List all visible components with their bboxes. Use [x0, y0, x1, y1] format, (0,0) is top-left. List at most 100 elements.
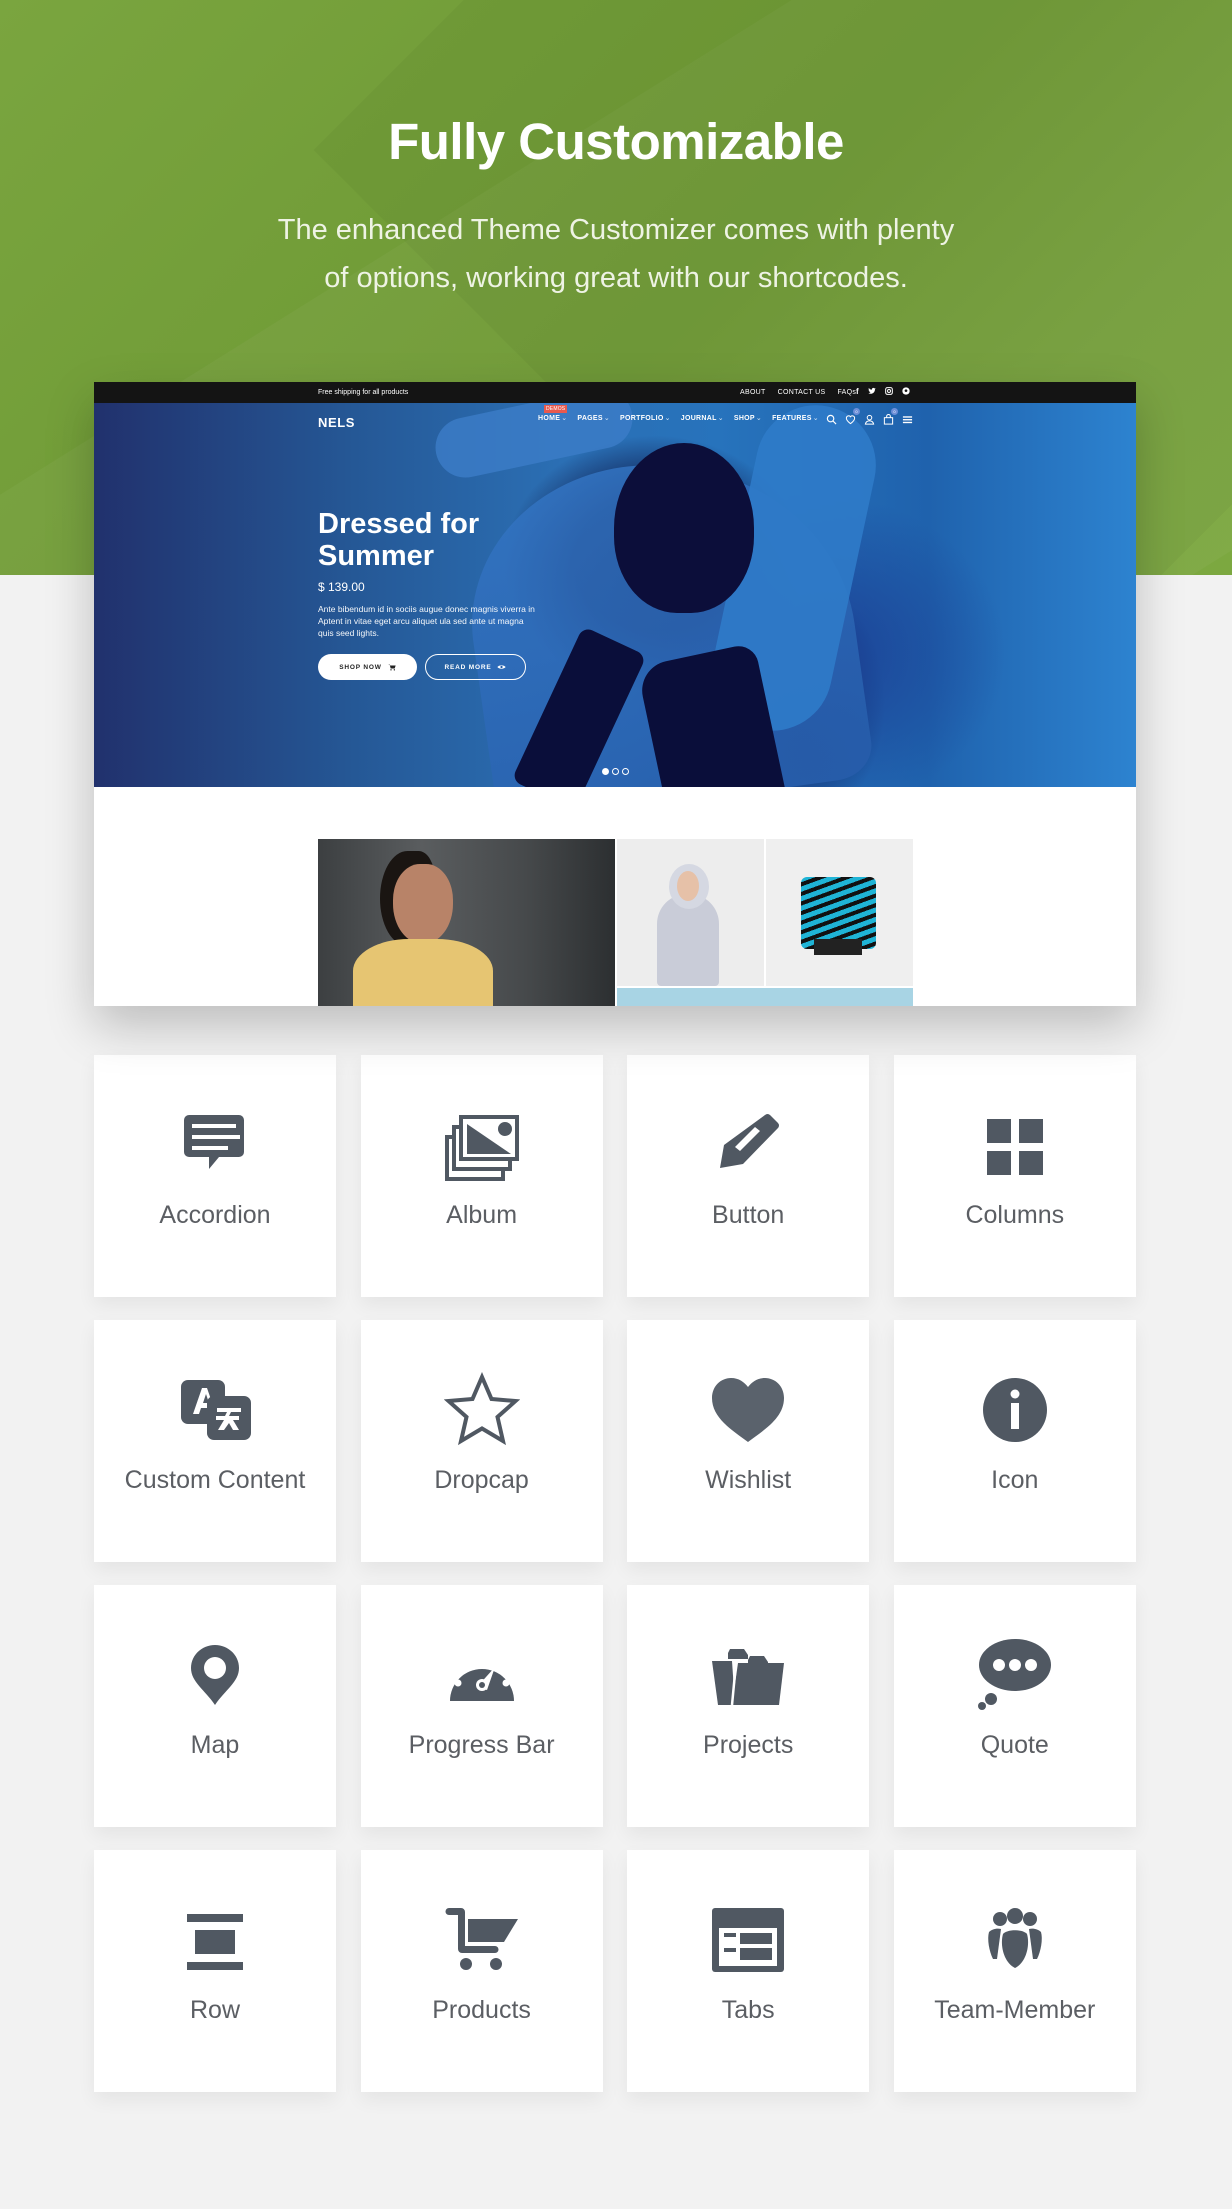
- info-circle-icon: [977, 1372, 1053, 1448]
- shortcode-label: Tabs: [721, 1996, 775, 2024]
- shortcode-card-products[interactable]: Products: [360, 1850, 603, 2092]
- nav-item-pages[interactable]: PAGES⌄: [577, 414, 610, 422]
- shopping-cart-icon: [444, 1902, 520, 1978]
- team-group-icon: [977, 1902, 1053, 1978]
- image-shape: [393, 864, 453, 944]
- account-icon[interactable]: [864, 412, 875, 425]
- hero-image-shape: [614, 443, 754, 613]
- shortcode-label: Products: [432, 1996, 531, 2024]
- translate-icon: [177, 1372, 253, 1448]
- shortcode-label: Custom Content: [124, 1466, 306, 1494]
- gallery-image-striped-sweater[interactable]: [766, 839, 913, 986]
- shortcode-card-accordion[interactable]: Accordion: [94, 1055, 336, 1297]
- hero-content: Dressed for Summer $ 139.00 Ante bibendu…: [318, 508, 538, 680]
- speedometer-icon: [444, 1637, 520, 1713]
- shortcode-label: Quote: [980, 1731, 1049, 1759]
- shortcode-card-quote[interactable]: Quote: [893, 1585, 1136, 1827]
- wishlist-count-badge: 0: [853, 408, 860, 415]
- wishlist-icon[interactable]: 0: [845, 408, 860, 425]
- hero-title: Dressed for Summer: [318, 508, 480, 572]
- shortcodes-grid: Accordion Album Button Columns Custom Co…: [94, 1055, 1136, 2092]
- shipping-notice: Free shipping for all products: [318, 389, 409, 396]
- shortcode-label: Wishlist: [705, 1466, 792, 1494]
- shortcode-card-row[interactable]: Row: [94, 1850, 336, 2092]
- gallery-image-light-blue[interactable]: [617, 988, 913, 1006]
- social-links: f: [856, 387, 910, 397]
- shortcode-card-columns[interactable]: Columns: [893, 1055, 1136, 1297]
- instagram-icon[interactable]: [884, 387, 893, 397]
- shortcode-card-button[interactable]: Button: [627, 1055, 870, 1297]
- shortcode-card-tabs[interactable]: Tabs: [627, 1850, 870, 2092]
- page-title: Fully Customizable: [388, 113, 844, 170]
- shortcode-card-team-member[interactable]: Team-Member: [893, 1850, 1136, 2092]
- main-nav: DEMOS HOME⌄ PAGES⌄ PORTFOLIO⌄ JOURNAL⌄ S…: [538, 405, 819, 422]
- menu-icon[interactable]: [902, 412, 913, 424]
- slider-dot-1[interactable]: [602, 768, 609, 775]
- shortcode-label: Projects: [703, 1731, 794, 1759]
- tabs-window-icon: [710, 1902, 786, 1978]
- site-logo[interactable]: NELS: [318, 415, 355, 430]
- cart-count-badge: 0: [891, 408, 898, 415]
- shortcode-card-custom-content[interactable]: Custom Content: [94, 1320, 336, 1562]
- star-outline-icon: [443, 1372, 520, 1448]
- hero-description: Ante bibendum id in sociis augue donec m…: [318, 604, 535, 638]
- top-bar: Free shipping for all products ABOUT CON…: [94, 382, 1136, 403]
- shortcode-label: Album: [446, 1201, 518, 1229]
- shortcode-label: Icon: [991, 1466, 1039, 1494]
- shortcode-label: Progress Bar: [408, 1731, 555, 1759]
- shortcode-label: Dropcap: [434, 1466, 529, 1494]
- shortcode-label: Map: [190, 1731, 240, 1759]
- shortcode-label: Accordion: [159, 1201, 271, 1229]
- shortcode-card-wishlist[interactable]: Wishlist: [627, 1320, 870, 1562]
- folder-open-icon: [710, 1637, 786, 1713]
- slider-dot-3[interactable]: [622, 768, 629, 775]
- shortcode-card-progress-bar[interactable]: Progress Bar: [360, 1585, 603, 1827]
- facebook-icon[interactable]: f: [856, 387, 859, 397]
- eye-icon: [497, 665, 507, 669]
- shortcode-label: Row: [189, 1996, 240, 2024]
- nav-item-shop[interactable]: SHOP⌄: [734, 414, 762, 422]
- cart-bag-icon[interactable]: 0: [883, 408, 898, 425]
- nav-item-portfolio[interactable]: PORTFOLIO⌄: [620, 414, 671, 422]
- shortcode-label: Columns: [965, 1201, 1065, 1229]
- shortcode-card-projects[interactable]: Projects: [627, 1585, 870, 1827]
- nav-item-features[interactable]: FEATURES⌄: [772, 414, 819, 422]
- row-layout-icon: [177, 1902, 253, 1978]
- gallery-image-woman-yellow-shirt[interactable]: [318, 839, 615, 1006]
- grid-icon: [977, 1107, 1053, 1183]
- shop-now-button[interactable]: SHOP NOW: [318, 654, 417, 680]
- shortcode-label: Team-Member: [934, 1996, 1096, 2024]
- hero-price: $ 139.00: [318, 580, 365, 594]
- nav-icons: 0 0: [826, 408, 913, 425]
- read-more-button[interactable]: READ MORE: [425, 654, 526, 680]
- shortcode-card-icon[interactable]: Icon: [893, 1320, 1136, 1562]
- pinterest-icon[interactable]: [902, 387, 910, 397]
- top-link-contact[interactable]: CONTACT US: [778, 389, 826, 396]
- nav-item-journal[interactable]: JOURNAL⌄: [681, 414, 724, 422]
- top-link-faqs[interactable]: FAQs: [837, 389, 856, 396]
- image-shape: [814, 939, 862, 955]
- subtitle-line-1: The enhanced Theme Customizer comes with…: [277, 214, 955, 246]
- theme-preview-mockup: Free shipping for all products ABOUT CON…: [94, 382, 1136, 1006]
- search-icon[interactable]: [826, 412, 837, 425]
- hero-slider: NELS DEMOS HOME⌄ PAGES⌄ PORTFOLIO⌄ JOURN…: [94, 403, 1136, 787]
- image-shape: [353, 939, 493, 1006]
- shortcode-label: Button: [712, 1201, 785, 1229]
- shortcode-card-album[interactable]: Album: [360, 1055, 603, 1297]
- nav-item-home[interactable]: DEMOS HOME⌄: [538, 405, 568, 422]
- shortcode-card-dropcap[interactable]: Dropcap: [360, 1320, 603, 1562]
- slider-pagination: [602, 768, 629, 775]
- pencil-icon: [710, 1107, 786, 1183]
- top-link-about[interactable]: ABOUT: [740, 389, 766, 396]
- hero-buttons: SHOP NOW READ MORE: [318, 654, 538, 680]
- twitter-icon[interactable]: [868, 387, 876, 397]
- shortcode-card-map[interactable]: Map: [94, 1585, 336, 1827]
- thought-bubble-icon: [977, 1637, 1053, 1713]
- message-lines-icon: [177, 1107, 253, 1183]
- slider-dot-2[interactable]: [612, 768, 619, 775]
- cart-icon: [388, 664, 396, 670]
- subtitle-line-2: of options, working great with our short…: [324, 262, 908, 294]
- gallery-image-woman-hoodie[interactable]: [617, 839, 764, 986]
- top-links: ABOUT CONTACT US FAQs: [740, 389, 856, 396]
- page-subtitle: The enhanced Theme Customizer comes with…: [0, 206, 1232, 302]
